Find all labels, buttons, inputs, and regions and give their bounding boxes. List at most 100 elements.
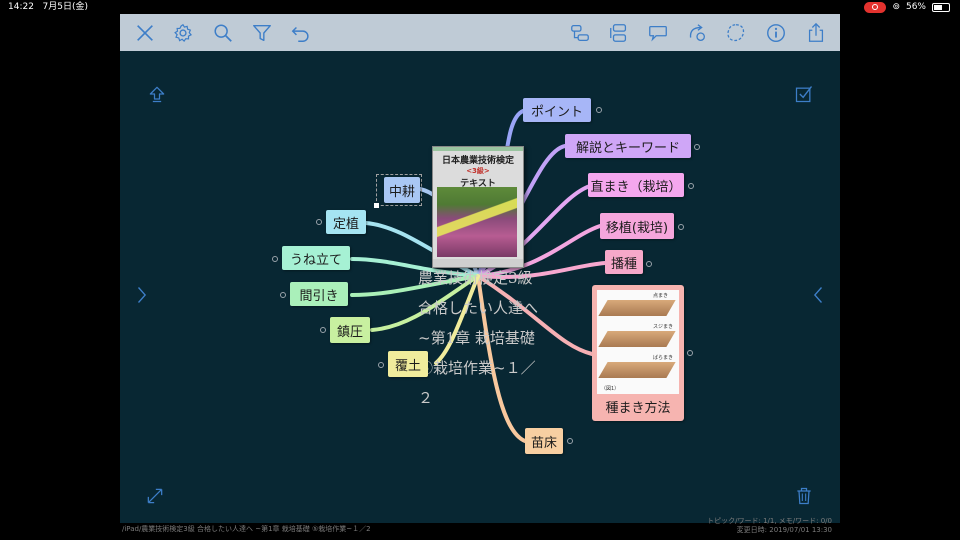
status-right: ⊚ 56%	[864, 0, 950, 14]
topic-point-label: ポイント	[530, 104, 583, 120]
battery-percent: 56%	[905, 2, 926, 12]
seed-figure-caption: （図1）	[601, 386, 620, 392]
topic-cultivation-label: 中耕	[388, 184, 415, 200]
topic-nursery-label: 苗床	[530, 435, 557, 451]
topic-covering-expand-handle[interactable]	[378, 362, 384, 368]
left-margin	[0, 14, 120, 540]
go-to-parent-button[interactable]	[146, 83, 168, 105]
topic-sowing-expand-handle[interactable]	[646, 261, 652, 267]
topic-seed-method-expand-handle[interactable]	[687, 350, 693, 356]
add-sibling-icon	[610, 24, 627, 42]
topic-explanation-expand-handle[interactable]	[694, 144, 700, 150]
screen-record-icon	[864, 1, 887, 13]
topic-thinning-expand-handle[interactable]	[280, 292, 286, 298]
callout-icon	[649, 25, 667, 42]
topic-transplant-label: 移植(栽培)	[605, 220, 669, 236]
add-subtopic-icon	[571, 25, 589, 41]
center-line-3: ~第1章 栽培基礎	[418, 329, 535, 347]
central-topic-book-image[interactable]: 日本農業技術検定 <3級> テキスト	[432, 146, 524, 268]
seed-label-row: スジまき	[653, 324, 674, 330]
relationship-button[interactable]	[684, 20, 710, 46]
topic-ridging-expand-handle[interactable]	[272, 256, 278, 262]
central-topic-text[interactable]: 農業技術検定3級 合格したい人達へ ~第1章 栽培基礎 ⑤栽培作業~１／ ２	[418, 263, 558, 413]
file-path: /iPad/農業技術検定3級 合格したい人達へ ~第1章 栽培基礎 ⑤栽培作業~…	[122, 525, 371, 533]
center-line-4: ⑤栽培作業~１／	[418, 359, 536, 377]
undo-icon	[291, 26, 309, 42]
topic-covering-label: 覆土	[394, 358, 421, 374]
info-button[interactable]	[763, 20, 789, 46]
topic-compaction[interactable]: 鎮圧	[330, 317, 370, 343]
status-time: 14:22	[8, 2, 34, 12]
close-button[interactable]	[132, 20, 158, 46]
center-line-5: ２	[418, 389, 434, 407]
callout-button[interactable]	[645, 20, 671, 46]
selection-handle[interactable]	[374, 203, 379, 208]
book-title-block: 日本農業技術検定 <3級> テキスト	[433, 151, 523, 189]
gear-icon	[174, 23, 193, 42]
info-icon	[767, 24, 785, 42]
mindmap-canvas[interactable]: 日本農業技術検定 <3級> テキスト 農業技術検定3級 合格したい人達へ ~第1…	[120, 51, 840, 523]
seed-bed-row	[598, 331, 676, 347]
topic-thinning[interactable]: 間引き	[290, 282, 348, 306]
search-button[interactable]	[210, 20, 236, 46]
topic-transplant[interactable]: 移植(栽培)	[600, 213, 674, 239]
trash-icon	[797, 487, 811, 505]
topic-ridging[interactable]: うね立て	[282, 246, 350, 270]
seed-bed-broadcast	[598, 362, 676, 378]
topic-nursery[interactable]: 苗床	[525, 428, 563, 454]
boundary-button[interactable]	[723, 20, 749, 46]
add-subtopic-button[interactable]	[567, 20, 593, 46]
battery-icon	[932, 2, 950, 12]
delete-button[interactable]	[793, 485, 815, 507]
settings-button[interactable]	[170, 20, 196, 46]
topic-direct-sowing-expand-handle[interactable]	[688, 183, 694, 189]
topic-planting[interactable]: 定植	[326, 210, 366, 234]
document-stats: トピック/ワード: 1/1, メモ/ワード: 0/0 変更日時: 2019/07…	[707, 517, 832, 535]
chevron-right-icon	[813, 287, 822, 303]
right-margin	[840, 14, 960, 540]
topic-planting-label: 定植	[332, 216, 359, 232]
topic-direct-sowing[interactable]: 直まき（栽培）	[588, 173, 684, 197]
topic-explanation-keywords-label: 解説とキーワード	[575, 140, 680, 156]
task-check-button[interactable]	[793, 83, 815, 105]
topic-transplant-expand-handle[interactable]	[678, 224, 684, 230]
checkbox-icon	[795, 86, 813, 103]
share-button[interactable]	[803, 20, 829, 46]
search-icon	[214, 24, 232, 42]
topic-word-count: トピック/ワード: 1/1, メモ/ワード: 0/0	[707, 517, 832, 525]
topic-point[interactable]: ポイント	[523, 98, 591, 122]
topic-cultivation[interactable]: 中耕	[384, 177, 420, 203]
topic-point-expand-handle[interactable]	[596, 107, 602, 113]
topic-covering[interactable]: 覆土	[388, 351, 428, 377]
seed-method-image: 点まき スジまき ばらまき （図1）	[597, 290, 679, 394]
topic-compaction-expand-handle[interactable]	[320, 327, 326, 333]
book-series-title: 日本農業技術検定	[441, 156, 514, 166]
bottom-bar: /iPad/農業技術検定3級 合格したい人達へ ~第1章 栽培基礎 ⑤栽培作業~…	[0, 517, 960, 540]
filter-button[interactable]	[249, 20, 275, 46]
topic-seed-method[interactable]: 点まき スジまき ばらまき （図1） 種まき方法	[592, 285, 684, 421]
topic-compaction-label: 鎮圧	[336, 324, 363, 340]
topic-thinning-label: 間引き	[299, 288, 339, 304]
seed-bed-dot	[598, 300, 676, 316]
status-bar: 14:22 7月5日(金) ⊚ 56%	[0, 0, 960, 14]
link-icon	[689, 24, 705, 41]
chevron-left-icon	[138, 287, 147, 303]
undo-button[interactable]	[288, 20, 314, 46]
status-date: 7月5日(金)	[42, 2, 89, 12]
topic-sowing-label: 播種	[610, 256, 637, 272]
filter-icon	[253, 24, 271, 42]
share-icon	[808, 22, 824, 42]
center-line-2: 合格したい人達へ	[418, 299, 539, 317]
topic-planting-expand-handle[interactable]	[316, 219, 322, 225]
topic-nursery-expand-handle[interactable]	[567, 438, 573, 444]
topic-sowing[interactable]: 播種	[605, 250, 643, 274]
topic-seed-method-label: 種まき方法	[605, 401, 671, 416]
fullscreen-button[interactable]	[144, 485, 166, 507]
previous-button[interactable]	[130, 284, 152, 306]
modified-date: 変更日時: 2019/07/01 13:30	[736, 526, 832, 534]
topic-direct-sowing-label: 直まき（栽培）	[590, 179, 682, 195]
next-button[interactable]	[808, 284, 830, 306]
add-sibling-button[interactable]	[606, 20, 632, 46]
topic-explanation-keywords[interactable]: 解説とキーワード	[565, 134, 691, 158]
seed-label-broadcast: ばらまき	[653, 355, 674, 361]
